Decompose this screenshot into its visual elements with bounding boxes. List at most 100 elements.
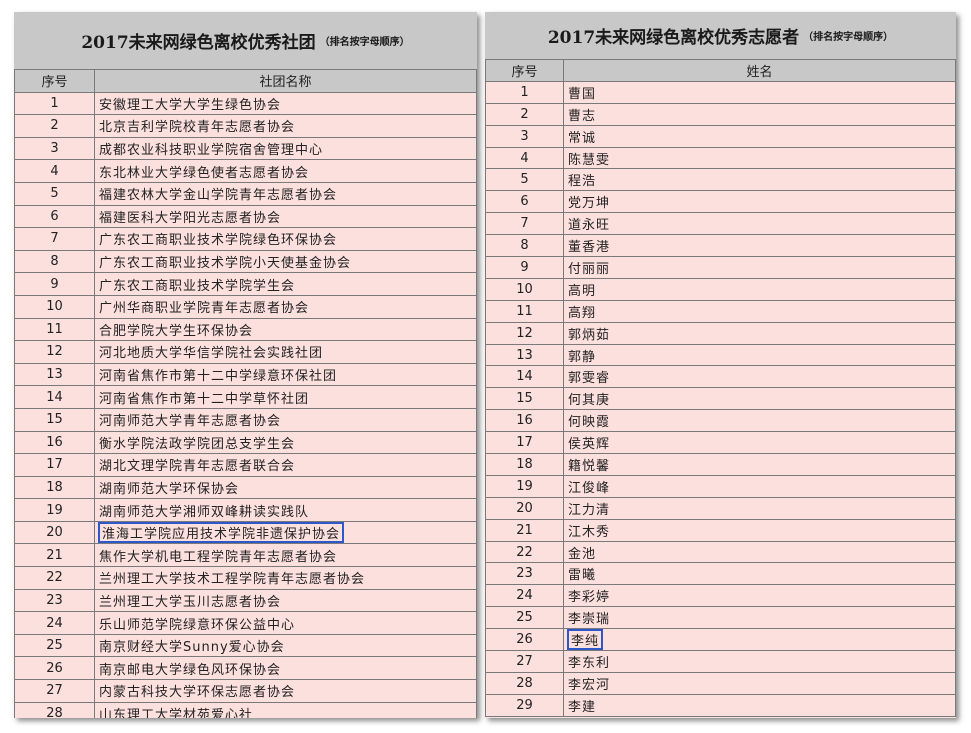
table-row: 3 常诚 (485, 124, 956, 148)
table-row: 20 淮海工学院应用技术学院非遗保护协会 (14, 520, 477, 545)
row-name: 付丽丽 (563, 256, 956, 279)
row-name: 董香港 (563, 234, 956, 258)
row-name: 常诚 (563, 124, 956, 148)
row-index: 26 (14, 656, 95, 681)
row-index: 5 (485, 168, 564, 192)
clubs-panel: 2017未来网绿色离校优秀社团 （排名按字母顺序） 序号 社团名称 1 安徽理工大… (14, 12, 477, 718)
row-index: 18 (485, 453, 564, 476)
table-row: 10 高明 (485, 277, 956, 301)
row-index: 17 (14, 453, 95, 477)
table-row: 25 南京财经大学Sunny爱心协会 (14, 633, 477, 658)
row-index: 19 (14, 498, 95, 522)
row-index: 5 (14, 181, 95, 206)
row-name: 湖南师范大学环保协会 (94, 475, 477, 500)
table-row: 11 高翔 (485, 299, 956, 323)
row-name: 何其庚 (563, 387, 956, 411)
row-name: 广东农工商职业技术学院绿色环保协会 (94, 227, 477, 251)
table-row: 8 董香港 (485, 234, 956, 258)
table-row: 7 广东农工商职业技术学院绿色环保协会 (14, 227, 477, 251)
volunteers-table: 序号 姓名 1 曹国 2 曹志 3 常诚 4 陈慧雯 5 程浩 6 党万坤 7 道永旺 8 董香港 9 付丽丽 10… (485, 59, 956, 717)
table-row: 15 河南师范大学青年志愿者协会 (14, 407, 477, 432)
row-name: 侯英辉 (563, 431, 956, 455)
table-row: 12 河北地质大学华信学院社会实践社团 (14, 340, 477, 364)
row-index: 25 (485, 606, 564, 630)
highlight-box: 淮海工学院应用技术学院非遗保护协会 (97, 522, 345, 543)
row-name: 湖北文理学院青年志愿者联合会 (94, 453, 477, 477)
table-row: 17 湖北文理学院青年志愿者联合会 (14, 453, 477, 477)
row-index: 11 (14, 317, 95, 342)
table-row: 16 衡水学院法政学院团总支学生会 (14, 430, 477, 455)
table-row: 18 湖南师范大学环保协会 (14, 475, 477, 500)
row-name: 淮海工学院应用技术学院非遗保护协会 (94, 520, 477, 545)
row-index: 28 (14, 701, 95, 718)
row-index: 9 (485, 256, 564, 279)
row-index: 23 (485, 562, 564, 586)
row-index: 29 (485, 693, 564, 717)
row-index: 3 (485, 124, 564, 148)
row-name: 湖南师范大学湘师双峰耕读实践队 (94, 498, 477, 522)
row-name: 李崇瑞 (563, 606, 956, 630)
row-name: 乐山师范学院绿意环保公益中心 (94, 611, 477, 635)
table-row: 6 福建医科大学阳光志愿者协会 (14, 204, 477, 229)
row-index: 13 (485, 343, 564, 367)
table-row: 16 何映霞 (485, 409, 956, 433)
table-row: 26 李纯 (485, 628, 956, 652)
row-index: 16 (14, 430, 95, 455)
column-header-index: 序号 (485, 59, 564, 82)
table-row: 4 东北林业大学绿色使者志愿者协会 (14, 159, 477, 183)
row-index: 21 (14, 543, 95, 568)
row-index: 18 (14, 475, 95, 500)
row-index: 9 (14, 272, 95, 296)
clubs-header-row: 序号 社团名称 (14, 69, 477, 93)
table-row: 26 南京邮电大学绿色风环保协会 (14, 656, 477, 681)
table-row: 15 何其庚 (485, 387, 956, 411)
row-name: 高翔 (563, 299, 956, 323)
row-name: 内蒙古科技大学环保志愿者协会 (94, 679, 477, 703)
table-row: 3 成都农业科技职业学院宿舍管理中心 (14, 136, 477, 161)
table-row: 21 江木秀 (485, 518, 956, 542)
row-name: 广州华商职业学院青年志愿者协会 (94, 294, 477, 319)
table-row: 27 内蒙古科技大学环保志愿者协会 (14, 679, 477, 703)
row-name: 江木秀 (563, 518, 956, 542)
clubs-title-bar: 2017未来网绿色离校优秀社团 （排名按字母顺序） (14, 12, 477, 69)
table-row: 17 侯英辉 (485, 431, 956, 455)
row-name: 籍悦馨 (563, 453, 956, 476)
row-index: 28 (485, 671, 564, 695)
table-row: 19 江俊峰 (485, 474, 956, 498)
table-row: 6 党万坤 (485, 190, 956, 214)
row-name: 南京财经大学Sunny爱心协会 (94, 633, 477, 658)
table-row: 9 付丽丽 (485, 256, 956, 279)
column-header-volunteer-name: 姓名 (563, 59, 956, 82)
row-name: 衡水学院法政学院团总支学生会 (94, 430, 477, 455)
table-row: 8 广东农工商职业技术学院小天使基金协会 (14, 249, 477, 274)
table-row: 24 乐山师范学院绿意环保公益中心 (14, 611, 477, 635)
table-row: 24 李彩婷 (485, 584, 956, 608)
row-name: 东北林业大学绿色使者志愿者协会 (94, 159, 477, 183)
volunteers-panel: 2017未来网绿色离校优秀志愿者 （排名按字母顺序） 序号 姓名 1 曹国 2 曹志 3… (485, 12, 956, 718)
row-name: 兰州理工大学玉川志愿者协会 (94, 588, 477, 613)
row-index: 2 (14, 114, 95, 138)
column-header-club-name: 社团名称 (94, 69, 477, 93)
row-name: 程浩 (563, 168, 956, 192)
clubs-table-body: 1 安徽理工大学大学生绿色协会 2 北京吉利学院校青年志愿者协会 3 成都农业科技职业学院… (14, 91, 477, 718)
row-name: 北京吉利学院校青年志愿者协会 (94, 114, 477, 138)
table-row: 22 兰州理工大学技术工程学院青年志愿者协会 (14, 566, 477, 590)
highlight-box: 李纯 (566, 629, 604, 650)
clubs-title: 2017未来网绿色离校优秀社团 (81, 33, 316, 53)
row-name: 河南师范大学青年志愿者协会 (94, 407, 477, 432)
clubs-title-note: （排名按字母顺序） (319, 37, 410, 48)
row-name: 陈慧雯 (563, 146, 956, 170)
row-name: 南京邮电大学绿色风环保协会 (94, 656, 477, 681)
column-header-index: 序号 (14, 69, 95, 93)
row-name: 李建 (563, 693, 956, 717)
table-row: 28 李宏河 (485, 671, 956, 695)
row-name: 合肥学院大学生环保协会 (94, 317, 477, 342)
table-row: 2 北京吉利学院校青年志愿者协会 (14, 114, 477, 138)
row-index: 4 (485, 146, 564, 170)
row-index: 16 (485, 409, 564, 433)
row-index: 20 (485, 496, 564, 520)
row-index: 6 (485, 190, 564, 214)
row-name: 兰州理工大学技术工程学院青年志愿者协会 (94, 566, 477, 590)
row-index: 25 (14, 633, 95, 658)
row-index: 1 (14, 91, 95, 116)
